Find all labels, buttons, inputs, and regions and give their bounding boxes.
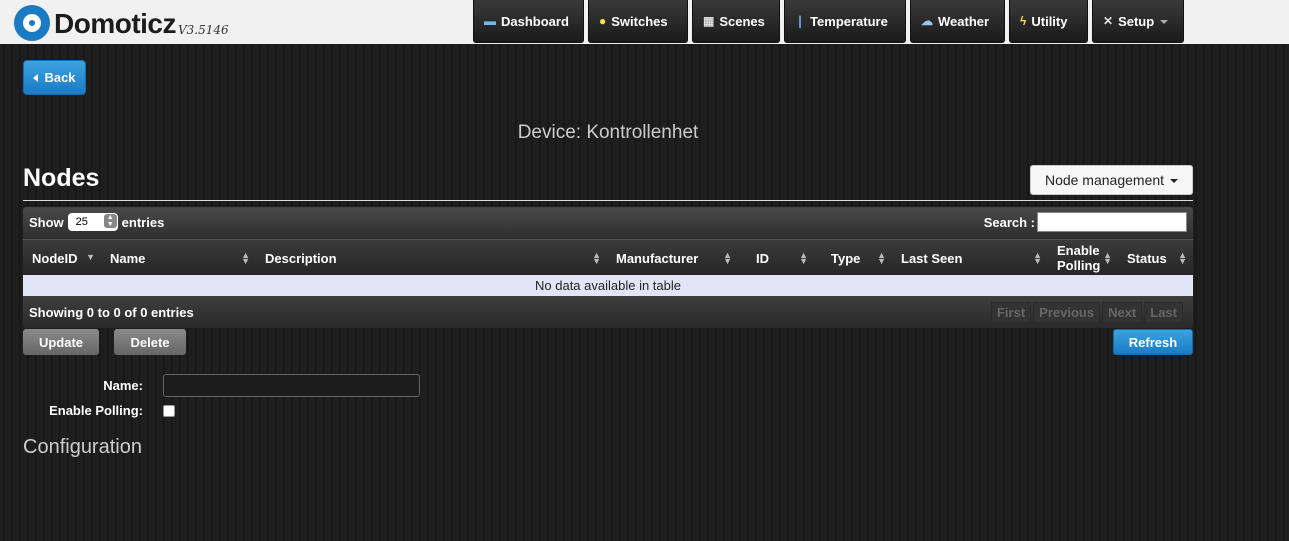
node-management-button[interactable]: Node management (1030, 165, 1193, 195)
page-title: Nodes (23, 164, 100, 192)
sort-icon: ▲ ▼ (799, 250, 808, 266)
title-divider (23, 200, 1193, 201)
column-header-label: Description (265, 250, 337, 266)
column-header-label: ID (756, 250, 769, 266)
chevron-down-icon (1160, 20, 1169, 24)
app-logo[interactable]: Domoticz V3.5146 (14, 5, 229, 41)
app-name: Domoticz (54, 8, 177, 39)
column-header-name[interactable]: Name ▲ ▼ (101, 240, 256, 276)
sort-desc-icon: ▼ (86, 252, 95, 262)
lightbulb-icon: ● (599, 14, 607, 28)
update-button[interactable]: Update (23, 329, 99, 355)
entries-label: entries (121, 214, 165, 230)
nav-weather[interactable]: ☁ Weather (910, 0, 1005, 43)
nav-dashboard-label: Dashboard (501, 13, 569, 29)
column-header-manufacturer[interactable]: Manufacturer ▲ ▼ (607, 240, 738, 276)
tools-icon: ✕ (1103, 14, 1114, 28)
column-header-status[interactable]: Status ▲ ▼ (1118, 240, 1193, 276)
monitor-icon: ▬ (484, 14, 496, 28)
nav-temperature-label: Temperature (810, 13, 888, 29)
table-search: Search : (984, 212, 1187, 232)
chevron-down-icon (1170, 179, 1179, 183)
sort-icon: ▲ ▼ (241, 250, 250, 266)
node-management-label: Node management (1044, 172, 1165, 188)
name-label: Name: (103, 378, 143, 393)
entries-select-value: 25 (75, 216, 88, 228)
search-label: Search : (983, 214, 1035, 230)
nav-switches-label: Switches (611, 13, 668, 29)
column-header-type[interactable]: Type ▲ ▼ (814, 240, 892, 276)
search-input[interactable] (1037, 212, 1187, 232)
sort-icon: ▲ ▼ (877, 250, 886, 266)
column-header-nodeid[interactable]: NodeID ▼ (23, 240, 101, 276)
column-header-label: Type (831, 250, 861, 266)
column-header-last-seen[interactable]: Last Seen ▲ ▼ (892, 240, 1048, 276)
nav-setup[interactable]: ✕ Setup (1092, 0, 1184, 43)
select-arrows-icon: ▲ ▼ (103, 214, 117, 228)
nav-dashboard[interactable]: ▬ Dashboard (473, 0, 584, 43)
column-header-label: NodeID (32, 250, 78, 266)
device-title: Device: Kontrollenhet (517, 122, 699, 143)
sort-icon: ▲ ▼ (1103, 250, 1112, 266)
top-header: Domoticz V3.5146 ▬ Dashboard ● Switches … (0, 0, 1289, 44)
name-input[interactable] (163, 374, 420, 397)
pager-next[interactable]: Next (1102, 302, 1143, 323)
table-info: Showing 0 to 0 of 0 entries (29, 305, 194, 320)
enable-polling-checkbox[interactable] (163, 405, 175, 417)
sort-icon: ▲ ▼ (723, 250, 732, 266)
sort-icon: ▲ ▼ (1178, 250, 1187, 266)
column-header-label: Status (1127, 250, 1167, 266)
sort-icon: ▲ ▼ (1033, 250, 1042, 266)
pager-last[interactable]: Last (1144, 302, 1183, 323)
refresh-button[interactable]: Refresh (1113, 329, 1193, 355)
table-header: NodeID ▼ Name ▲ ▼ Description ▲ ▼ Manufact… (23, 239, 1193, 275)
back-button-label: Back (44, 70, 76, 85)
nav-scenes[interactable]: ▦ Scenes (692, 0, 780, 43)
show-label: Show (29, 214, 64, 230)
domoticz-logo-icon (14, 5, 50, 41)
configuration-heading: Configuration (23, 436, 142, 458)
back-button[interactable]: Back (23, 60, 86, 95)
nav-temperature[interactable]: ❘ Temperature (784, 0, 906, 43)
chevron-left-icon (33, 73, 39, 82)
clapperboard-icon: ▦ (703, 14, 715, 28)
main-nav: ▬ Dashboard ● Switches ▦ Scenes ❘ Temper… (473, 0, 1188, 43)
nav-utility[interactable]: ϟ Utility (1009, 0, 1088, 43)
table-toolbar: Show 25 ▲ ▼ entries Search : (23, 207, 1193, 239)
pager-previous[interactable]: Previous (1033, 302, 1101, 323)
table-footer: Showing 0 to 0 of 0 entries First Previo… (23, 296, 1193, 328)
thermometer-icon: ❘ (795, 14, 806, 28)
pager-first[interactable]: First (990, 302, 1032, 323)
enable-polling-label: Enable Polling: (49, 403, 143, 418)
column-header-label: Enable Polling (1057, 243, 1101, 273)
table-empty-row: No data available in table (23, 275, 1193, 296)
nav-scenes-label: Scenes (719, 13, 765, 29)
pagination: First Previous Next Last (989, 302, 1183, 323)
column-header-enable-polling[interactable]: Enable Polling ▲ ▼ (1048, 240, 1118, 276)
delete-button[interactable]: Delete (114, 329, 186, 355)
nav-weather-label: Weather (938, 13, 990, 29)
cloud-rain-icon: ☁ (921, 14, 933, 28)
nav-switches[interactable]: ● Switches (588, 0, 688, 43)
column-header-id[interactable]: ID ▲ ▼ (738, 240, 814, 276)
lightning-icon: ϟ (1020, 14, 1027, 28)
sort-icon: ▲ ▼ (592, 250, 601, 266)
column-header-label: Name (110, 250, 146, 266)
column-header-description[interactable]: Description ▲ ▼ (256, 240, 607, 276)
nav-utility-label: Utility (1031, 13, 1068, 29)
app-version: V3.5146 (178, 23, 229, 37)
entries-select[interactable]: 25 ▲ ▼ (67, 213, 118, 231)
entries-length-control: Show 25 ▲ ▼ entries (29, 213, 164, 231)
column-header-label: Last Seen (901, 250, 963, 266)
column-header-label: Manufacturer (616, 250, 699, 266)
nav-setup-label: Setup (1118, 13, 1155, 29)
